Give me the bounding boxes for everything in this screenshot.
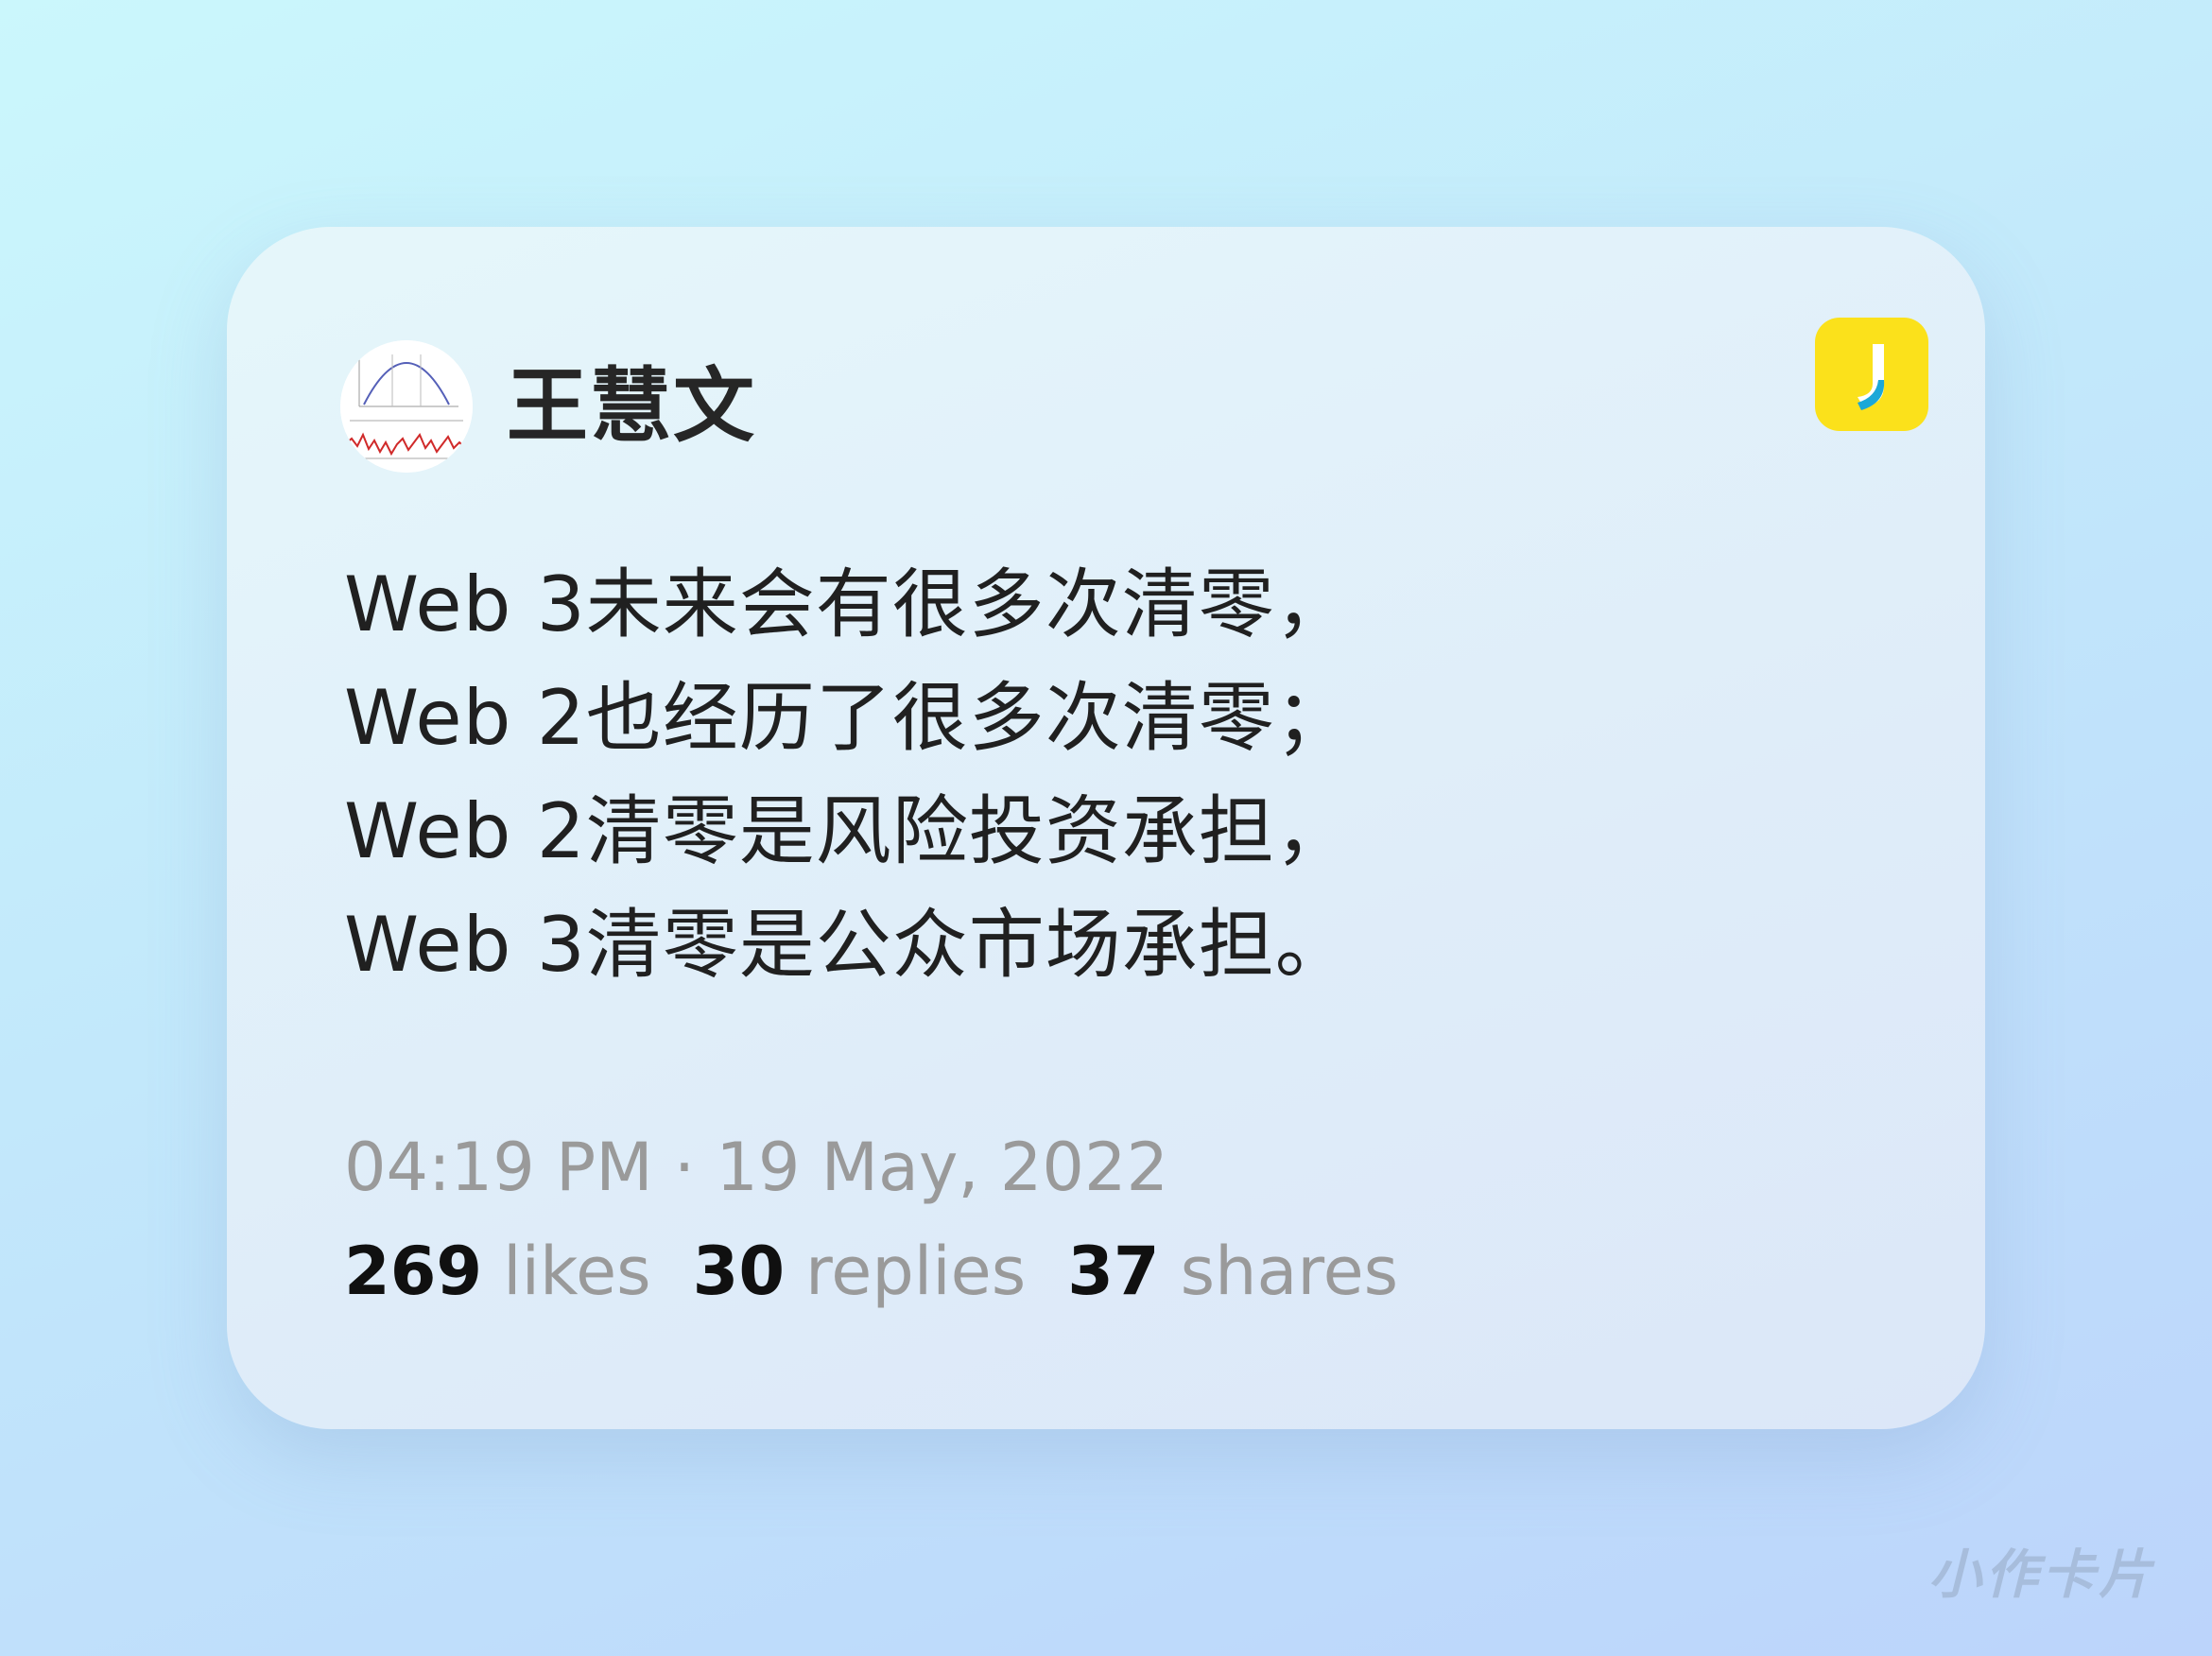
content-line: Web 3清零是公众市场承担。 bbox=[344, 901, 1352, 989]
watermark: 小作卡片 bbox=[1928, 1544, 2155, 1606]
content-line: Web 2也经历了很多次清零； bbox=[344, 674, 1352, 762]
content-line: Web 3未来会有很多次清零， bbox=[344, 561, 1352, 648]
jike-app-icon bbox=[1858, 344, 1885, 410]
replies-label: replies bbox=[805, 1233, 1027, 1310]
shares-stat[interactable]: 37 shares bbox=[1067, 1238, 1398, 1304]
likes-stat[interactable]: 269 likes bbox=[344, 1238, 651, 1304]
avatar[interactable] bbox=[340, 340, 473, 473]
chart-avatar-icon bbox=[340, 340, 473, 473]
author-name[interactable]: 王慧文 bbox=[507, 366, 756, 447]
content-line: Web 2清零是风险投资承担， bbox=[344, 787, 1352, 875]
post-timestamp: 04:19 PM · 19 May, 2022 bbox=[344, 1129, 1169, 1206]
post-content: Web 3未来会有很多次清零， Web 2也经历了很多次清零； Web 2清零是… bbox=[344, 548, 1857, 1002]
post-stats: 269 likes 30 replies 37 shares bbox=[344, 1238, 1440, 1304]
likes-count: 269 bbox=[344, 1233, 483, 1310]
replies-count: 30 bbox=[692, 1233, 786, 1310]
shares-label: shares bbox=[1180, 1233, 1399, 1310]
replies-stat[interactable]: 30 replies bbox=[693, 1238, 1027, 1304]
post-card: 王慧文 Web 3未来会有很多次清零， Web 2也经历了很多次清零； Web … bbox=[227, 227, 1985, 1429]
app-badge bbox=[1815, 318, 1928, 431]
shares-count: 37 bbox=[1067, 1233, 1160, 1310]
post-header: 王慧文 bbox=[340, 340, 756, 473]
likes-label: likes bbox=[503, 1233, 651, 1310]
